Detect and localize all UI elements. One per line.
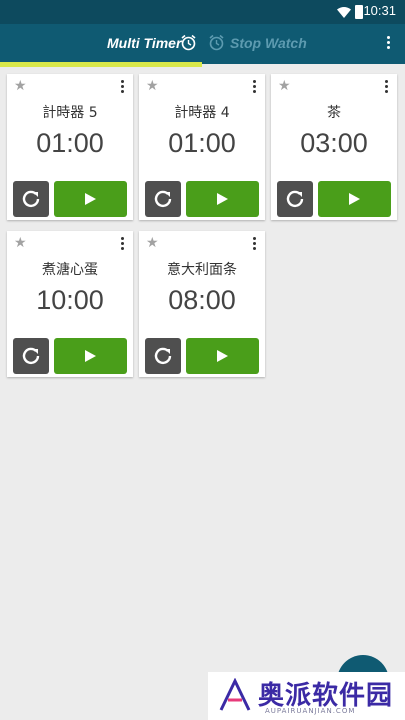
timer-card[interactable]: ★ 意大利面条 08:00 <box>139 231 265 377</box>
app-bar <box>0 24 405 64</box>
timer-card[interactable]: ★ 計時器 4 01:00 <box>139 74 265 220</box>
status-bar: 10:31 <box>0 0 405 24</box>
timer-time: 01:00 <box>168 128 236 158</box>
reset-icon <box>286 190 304 208</box>
timer-name: 煮溏心蛋 <box>42 262 98 278</box>
timer-time: 01:00 <box>36 128 104 158</box>
stopwatch-icon[interactable] <box>208 34 225 51</box>
battery-icon <box>355 5 363 19</box>
timer-card[interactable]: ★ 煮溏心蛋 10:00 <box>7 231 133 377</box>
tab-indicator <box>0 62 202 67</box>
card-menu-icon[interactable] <box>121 80 125 95</box>
star-icon[interactable]: ★ <box>14 235 27 251</box>
overflow-menu-icon[interactable] <box>387 36 391 51</box>
play-icon <box>85 193 96 205</box>
card-menu-icon[interactable] <box>253 80 257 95</box>
reset-icon <box>22 190 40 208</box>
tab-multi-timer[interactable]: Multi Timer <box>107 35 181 51</box>
reset-button[interactable] <box>13 181 49 217</box>
reset-icon <box>154 347 172 365</box>
star-icon[interactable]: ★ <box>14 78 27 94</box>
play-button[interactable] <box>54 338 127 374</box>
watermark-logo-icon <box>219 678 251 711</box>
timer-time: 08:00 <box>168 285 236 315</box>
watermark: 奥派软件园 AUPAIRUANJIAN.COM <box>208 672 405 720</box>
play-button[interactable] <box>186 181 259 217</box>
reset-button[interactable] <box>145 181 181 217</box>
reset-button[interactable] <box>13 338 49 374</box>
timer-name: 意大利面条 <box>167 262 237 278</box>
status-time: 10:31 <box>363 3 396 18</box>
play-icon <box>217 193 228 205</box>
timer-card[interactable]: ★ 茶 03:00 <box>271 74 397 220</box>
card-menu-icon[interactable] <box>253 237 257 252</box>
reset-button[interactable] <box>145 338 181 374</box>
timer-time: 10:00 <box>36 285 104 315</box>
play-button[interactable] <box>186 338 259 374</box>
card-menu-icon[interactable] <box>121 237 125 252</box>
timer-name: 計時器 5 <box>42 105 98 121</box>
alarm-clock-icon[interactable] <box>180 34 197 51</box>
star-icon[interactable]: ★ <box>278 78 291 94</box>
timer-name: 茶 <box>327 105 341 121</box>
play-button[interactable] <box>54 181 127 217</box>
reset-icon <box>154 190 172 208</box>
timer-card[interactable]: ★ 計時器 5 01:00 <box>7 74 133 220</box>
timer-name: 計時器 4 <box>174 105 230 121</box>
reset-button[interactable] <box>277 181 313 217</box>
tab-stop-watch[interactable]: Stop Watch <box>230 35 307 51</box>
card-menu-icon[interactable] <box>385 80 389 95</box>
play-icon <box>349 193 360 205</box>
play-icon <box>85 350 96 362</box>
star-icon[interactable]: ★ <box>146 78 159 94</box>
watermark-subtext: AUPAIRUANJIAN.COM <box>265 707 356 715</box>
reset-icon <box>22 347 40 365</box>
timer-time: 03:00 <box>300 128 368 158</box>
play-button[interactable] <box>318 181 391 217</box>
star-icon[interactable]: ★ <box>146 235 159 251</box>
wifi-icon <box>337 7 351 18</box>
play-icon <box>217 350 228 362</box>
